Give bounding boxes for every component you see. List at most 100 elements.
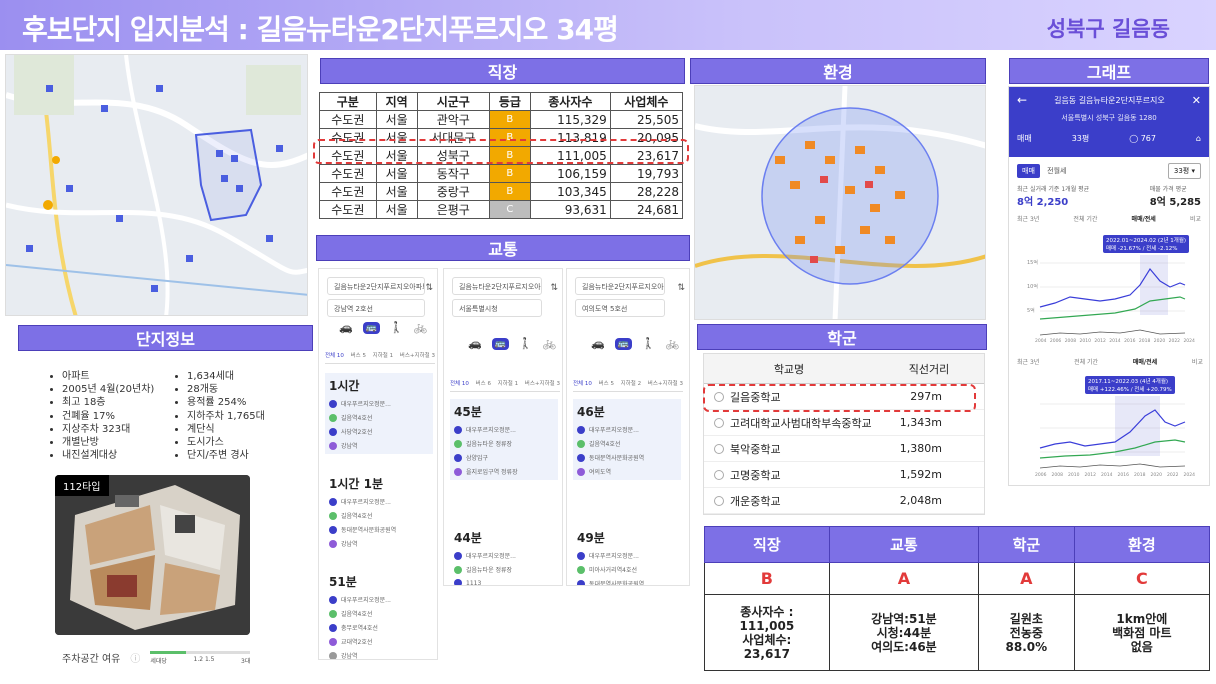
- comment-icon: ◯: [1129, 133, 1139, 143]
- radio-icon[interactable]: [714, 469, 724, 480]
- school-row[interactable]: 고려대학교사범대학부속중학교 1,343m: [704, 410, 984, 436]
- size-select[interactable]: 33평 ▾: [1167, 163, 1201, 179]
- period-tab[interactable]: 전체 기간: [1074, 357, 1098, 366]
- car-icon[interactable]: 🚗: [468, 337, 482, 350]
- transport-panel[interactable]: 길음뉴타운2단지푸르지오아파트서울특별시청 ⇅ 🚗 🚌 🚶 🚲 전체 10 버스 6 지하철 1…: [443, 268, 563, 586]
- transit-icon[interactable]: 🚌: [362, 321, 380, 334]
- parking-label: 주차공간 여유: [62, 654, 121, 665]
- school-row[interactable]: 북악중학교 1,380m: [704, 436, 984, 462]
- x-tick: 2016: [1117, 473, 1129, 478]
- filter-deal-type[interactable]: 매매: [1017, 133, 1032, 144]
- route-stop: 을지로입구역 정류장: [454, 467, 554, 476]
- route-tab[interactable]: 전체 10: [325, 351, 344, 359]
- route-card[interactable]: 49분대우푸르지오정문...미아사거리역4호선동대문역사문화공원역여의도역: [573, 525, 681, 585]
- transit-icon[interactable]: 🚌: [491, 337, 509, 350]
- route-stop-label: 강남역: [341, 653, 358, 660]
- route-tab[interactable]: 지하철 1: [373, 351, 393, 359]
- tab-rent[interactable]: 전월세: [1042, 164, 1071, 178]
- route-tab[interactable]: 버스 5: [599, 379, 614, 387]
- radio-icon[interactable]: [714, 417, 724, 428]
- transport-panel[interactable]: 길음뉴타운2단지푸르지오아파트여의도역 5호선 ⇅ 🚗 🚌 🚶 🚲 전체 10 버스 5 지하철…: [566, 268, 690, 586]
- swap-icon[interactable]: ⇅: [425, 283, 433, 293]
- tab-sale[interactable]: 매매: [1017, 164, 1040, 178]
- route-tab[interactable]: 지하철 2: [621, 379, 641, 387]
- stop-dot-icon: [329, 441, 337, 450]
- radio-icon[interactable]: [714, 495, 724, 506]
- comment-count[interactable]: ◯ 767: [1129, 134, 1156, 143]
- complex-section-title: 단지정보: [136, 330, 195, 349]
- route-stop-label: 길음뉴타운 정류장: [466, 567, 513, 574]
- radio-icon[interactable]: [714, 443, 724, 454]
- route-tab[interactable]: 버스+지하철 3: [400, 351, 435, 359]
- route-card[interactable]: 45분 대우푸르지오정문... 길음뉴타운 정류장 삼양입구 을지로입구역 정류장: [450, 399, 558, 480]
- close-icon[interactable]: ✕: [1192, 94, 1201, 107]
- origin-input[interactable]: 길음뉴타운2단지푸르지오아파트: [575, 277, 665, 295]
- period-tab[interactable]: 매매/전세: [1133, 357, 1157, 366]
- period-tab[interactable]: 비교: [1192, 357, 1203, 366]
- back-arrow-icon[interactable]: ←: [1017, 93, 1027, 107]
- walk-icon[interactable]: 🚶: [642, 337, 656, 350]
- filter-size[interactable]: 33평: [1072, 133, 1090, 144]
- period-tab[interactable]: 비교: [1190, 214, 1201, 223]
- destination-input[interactable]: 서울특별시청: [452, 299, 542, 317]
- origin-input[interactable]: 길음뉴타운2단지푸르지오아파트: [327, 277, 425, 295]
- route-card[interactable]: 1시간 대우푸르지오정문... 길음역4호선 사당역2호선 강남역: [325, 373, 433, 454]
- parking-bar-fill: [150, 650, 187, 654]
- route-tab[interactable]: 버스+지하철 3: [648, 379, 683, 387]
- route-stop-label: 대우푸르지오정문...: [341, 499, 391, 506]
- stop-dot-icon: [329, 525, 337, 534]
- route-stop: 교대역2호선: [329, 637, 429, 646]
- stop-dot-icon: [577, 565, 585, 574]
- transport-section-title: 교통: [488, 240, 518, 259]
- complex-section-header: 단지정보: [18, 325, 313, 351]
- period-tab[interactable]: 최근 3년: [1017, 214, 1039, 223]
- floorplan-image: 112타입: [55, 475, 250, 635]
- complex-info-item: 최고 18층: [62, 396, 187, 409]
- route-tab[interactable]: 버스+지하철 3: [525, 379, 560, 387]
- route-stop: 강남역: [329, 539, 429, 548]
- route-card[interactable]: 44분대우푸르지오정문...길음뉴타운 정류장1113을지로입구역 정류장: [450, 525, 558, 585]
- route-tab[interactable]: 지하철 1: [498, 379, 518, 387]
- swap-icon[interactable]: ⇅: [677, 283, 685, 293]
- period-tab[interactable]: 전체 기간: [1073, 214, 1097, 223]
- walk-icon[interactable]: 🚶: [390, 321, 404, 334]
- route-tab[interactable]: 전체 10: [573, 379, 592, 387]
- destination-input[interactable]: 강남역 2호선: [327, 299, 425, 317]
- route-card[interactable]: 51분 대우푸르지오정문... 길음역4호선 충무로역4호선 교대역2호선 강남역: [325, 569, 433, 660]
- transit-icon[interactable]: 🚌: [614, 337, 632, 350]
- school-row[interactable]: 개운중학교 2,048m: [704, 488, 984, 514]
- bike-icon[interactable]: 🚲: [414, 321, 428, 334]
- car-icon[interactable]: 🚗: [591, 337, 605, 350]
- route-stop: 1113: [454, 579, 554, 585]
- jobs-cell: 19,793: [609, 164, 684, 183]
- school-row[interactable]: 고명중학교 1,592m: [704, 462, 984, 488]
- price-chart-1: 2022.01~2024.02 (2년 1개월) 매매 -21.67% / 전세…: [1015, 235, 1205, 355]
- environment-map[interactable]: [694, 85, 986, 320]
- x-tick: 2022: [1168, 339, 1181, 344]
- destination-input[interactable]: 여의도역 5호선: [575, 299, 665, 317]
- jobs-section-header: 직장: [320, 58, 685, 84]
- bike-icon[interactable]: 🚲: [666, 337, 680, 350]
- summary-grade-row: B A A C: [704, 562, 1211, 595]
- period-tab[interactable]: 최근 3년: [1017, 357, 1039, 366]
- school-distance: 1,343m: [899, 416, 942, 429]
- route-tab[interactable]: 버스 6: [476, 379, 491, 387]
- bell-icon[interactable]: ⌂: [1196, 134, 1201, 143]
- route-tab[interactable]: 버스 5: [351, 351, 366, 359]
- swap-icon[interactable]: ⇅: [550, 283, 558, 293]
- route-tabs: 전체 10 버스 6 지하철 1 버스+지하철 3: [450, 379, 560, 392]
- period-tab[interactable]: 매매/전세: [1132, 214, 1156, 223]
- walk-icon[interactable]: 🚶: [519, 337, 533, 350]
- route-card[interactable]: 1시간 1분 대우푸르지오정문... 길음역4호선 동대문역사문화공원역 강남역: [325, 471, 433, 552]
- route-card[interactable]: 46분 대우푸르지오정문... 길음역4호선 동대문역사문화공원역 여의도역: [573, 399, 681, 480]
- car-icon[interactable]: 🚗: [339, 321, 353, 334]
- x-tick: 2014: [1109, 339, 1121, 344]
- transport-panel[interactable]: 길음뉴타운2단지푸르지오아파트강남역 2호선 ⇅ 🚗 🚌 🚶 🚲 전체 10 버스 5 지하철 …: [318, 268, 438, 660]
- bike-icon[interactable]: 🚲: [543, 337, 557, 350]
- route-tab[interactable]: 전체 10: [450, 379, 469, 387]
- summary-desc-line: 88.0%: [1005, 639, 1048, 654]
- price-graph-panel[interactable]: ← 길음동 길음뉴타운2단지푸르지오 ✕ 서울특별시 성북구 길음동 1280 …: [1008, 86, 1210, 486]
- location-map[interactable]: [5, 54, 308, 316]
- origin-input[interactable]: 길음뉴타운2단지푸르지오아파트: [452, 277, 542, 295]
- complex-info-item: 1,634세대: [187, 370, 312, 383]
